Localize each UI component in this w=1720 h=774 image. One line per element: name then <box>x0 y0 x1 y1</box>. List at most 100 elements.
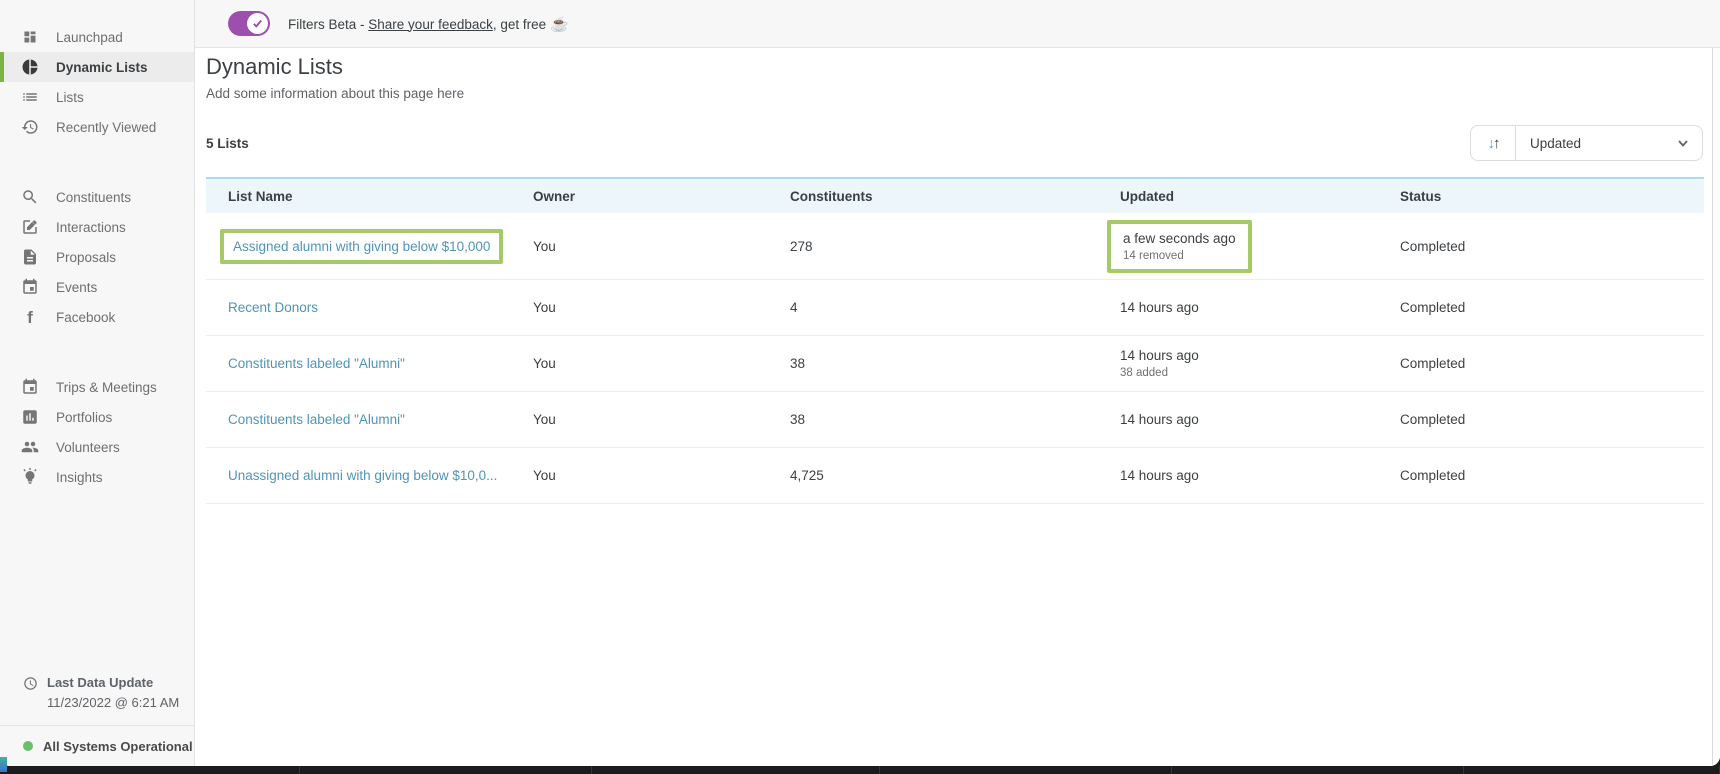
sidebar-item-volunteers[interactable]: Volunteers <box>0 432 194 462</box>
edit-icon <box>21 218 39 236</box>
list-name-link[interactable]: Unassigned alumni with giving below $10,… <box>228 468 497 483</box>
sidebar-item-trips-meetings[interactable]: Trips & Meetings <box>0 372 194 402</box>
table-row: Recent Donors You 4 14 hours ago Completed <box>206 280 1704 336</box>
clock-icon <box>23 676 38 691</box>
coffee-emoji: ☕ <box>549 15 569 33</box>
list-name-cell: Constituents labeled "Alumni" <box>206 412 533 427</box>
list-count: 5 Lists <box>206 135 249 151</box>
status-dot-icon <box>23 741 33 751</box>
sidebar-item-constituents[interactable]: Constituents <box>0 182 194 212</box>
facebook-icon: f <box>27 307 33 327</box>
sidebar-item-label: Dynamic Lists <box>56 59 148 75</box>
list-name-link[interactable]: Assigned alumni with giving below $10,00… <box>233 239 490 254</box>
search-icon <box>21 188 39 206</box>
divider <box>1515 125 1516 161</box>
check-icon <box>253 20 262 28</box>
column-header-constituents: Constituents <box>790 188 873 204</box>
sidebar-item-label: Recently Viewed <box>56 119 157 135</box>
sidebar-item-events[interactable]: Events <box>0 272 194 302</box>
banner-text: Filters Beta - Share your feedback, get … <box>288 15 569 33</box>
sidebar-item-proposals[interactable]: Proposals <box>0 242 194 272</box>
table-row: Constituents labeled "Alumni" You 38 14 hou… <box>206 392 1704 448</box>
chevron-down-icon[interactable] <box>1676 136 1690 150</box>
column-header-status: Status <box>1400 188 1442 204</box>
sidebar-item-recently-viewed[interactable]: Recently Viewed <box>0 112 194 142</box>
constituents-cell: 4,725 <box>790 468 824 483</box>
sidebar-item-insights[interactable]: Insights <box>0 462 194 492</box>
owner-cell: You <box>533 300 556 315</box>
sidebar-item-facebook[interactable]: f Facebook <box>0 302 194 332</box>
sidebar-item-label: Facebook <box>56 309 116 325</box>
list-name-link[interactable]: Constituents labeled "Alumni" <box>228 412 405 427</box>
table-body: Assigned alumni with giving below $10,00… <box>206 213 1704 504</box>
updated-cell: 14 hours ago <box>1120 412 1400 427</box>
owner-cell: You <box>533 412 556 427</box>
sidebar-item-label: Launchpad <box>56 29 123 45</box>
banner-prefix: Filters Beta - <box>288 16 369 32</box>
sidebar-item-portfolios[interactable]: Portfolios <box>0 402 194 432</box>
sidebar-item-label: Proposals <box>56 249 117 265</box>
dynamic-lists-table: List Name Owner Constituents Updated Status … <box>206 177 1704 504</box>
sidebar-item-dynamic-lists[interactable]: Dynamic Lists <box>0 52 194 82</box>
vertical-scrollbar[interactable] <box>1712 48 1720 766</box>
calendar-icon <box>21 278 39 296</box>
status-cell: Completed <box>1400 300 1466 315</box>
last-update-value: 11/23/2022 @ 6:21 AM <box>47 695 180 710</box>
table-row: Assigned alumni with giving below $10,00… <box>206 213 1704 280</box>
status-cell: Completed <box>1400 468 1466 483</box>
table-header-row: List Name Owner Constituents Updated Status <box>206 177 1704 213</box>
table-row: Constituents labeled "Alumni" You 38 14 hou… <box>206 336 1704 392</box>
sidebar-item-interactions[interactable]: Interactions <box>0 212 194 242</box>
sort-control: ↓ ↑ Updated <box>1470 125 1703 161</box>
list-name-cell: Unassigned alumni with giving below $10,… <box>206 468 533 483</box>
list-name-cell: Constituents labeled "Alumni" <box>206 356 533 371</box>
share-feedback-link[interactable]: Share your feedback <box>368 17 493 32</box>
sidebar-group: Trips & Meetings Portfolios Volunteers Insi… <box>0 372 194 492</box>
filters-beta-banner: Filters Beta - Share your feedback, get … <box>195 0 1720 48</box>
sidebar-item-label: Constituents <box>56 189 132 205</box>
sidebar-item-label: Insights <box>56 469 103 485</box>
idea-icon <box>21 468 39 486</box>
taskbar-strip <box>0 766 1720 774</box>
updated-detail: 38 added <box>1120 367 1168 379</box>
list-name-link[interactable]: Constituents labeled "Alumni" <box>228 356 405 371</box>
sidebar-footer: Last Data Update 11/23/2022 @ 6:21 AM Al… <box>0 675 194 766</box>
sidebar: Launchpad Dynamic Lists Lists Recently View… <box>0 0 195 766</box>
sidebar-item-launchpad[interactable]: Launchpad <box>0 22 194 52</box>
list-name-link[interactable]: Recent Donors <box>228 300 318 315</box>
sidebar-item-label: Volunteers <box>56 439 120 455</box>
people-icon <box>21 438 39 456</box>
updated-time: 14 hours ago <box>1120 300 1199 315</box>
document-icon <box>21 248 39 266</box>
owner-cell: You <box>533 238 556 254</box>
updated-cell: 14 hours ago 38 added <box>1120 348 1400 379</box>
highlight-box: a few seconds ago 14 removed <box>1107 219 1252 273</box>
launchpad-icon <box>21 28 39 46</box>
status-cell: Completed <box>1400 356 1466 371</box>
updated-time: 14 hours ago <box>1120 348 1199 363</box>
page-title: Dynamic Lists <box>206 54 343 79</box>
updated-detail: 14 removed <box>1123 249 1184 262</box>
sort-direction-button[interactable]: ↓ ↑ <box>1471 135 1515 152</box>
status-label: All Systems Operational <box>43 738 193 754</box>
highlight-box: Assigned alumni with giving below $10,00… <box>220 228 504 264</box>
status-cell: Completed <box>1400 238 1466 254</box>
status-cell: Completed <box>1400 412 1466 427</box>
last-update-label: Last Data Update <box>47 675 154 690</box>
page-subtitle: Add some information about this page her… <box>206 86 465 101</box>
arrow-up-icon: ↑ <box>1493 134 1500 152</box>
main-content: Filters Beta - Share your feedback, get … <box>195 0 1720 766</box>
owner-cell: You <box>533 356 556 371</box>
toggle-thumb <box>247 13 268 34</box>
sort-field-dropdown[interactable]: Updated <box>1530 136 1676 151</box>
constituents-cell: 278 <box>790 238 813 254</box>
updated-time: a few seconds ago <box>1123 230 1236 246</box>
sidebar-nav: Launchpad Dynamic Lists Lists Recently View… <box>0 22 194 492</box>
app-window: Launchpad Dynamic Lists Lists Recently View… <box>0 0 1720 766</box>
list-icon <box>21 88 39 106</box>
sidebar-item-lists[interactable]: Lists <box>0 82 194 112</box>
sidebar-group: Launchpad Dynamic Lists Lists Recently View… <box>0 22 194 142</box>
filters-beta-toggle[interactable] <box>228 11 270 36</box>
column-header-list-name: List Name <box>228 188 293 204</box>
updated-cell: a few seconds ago 14 removed <box>1107 219 1400 273</box>
